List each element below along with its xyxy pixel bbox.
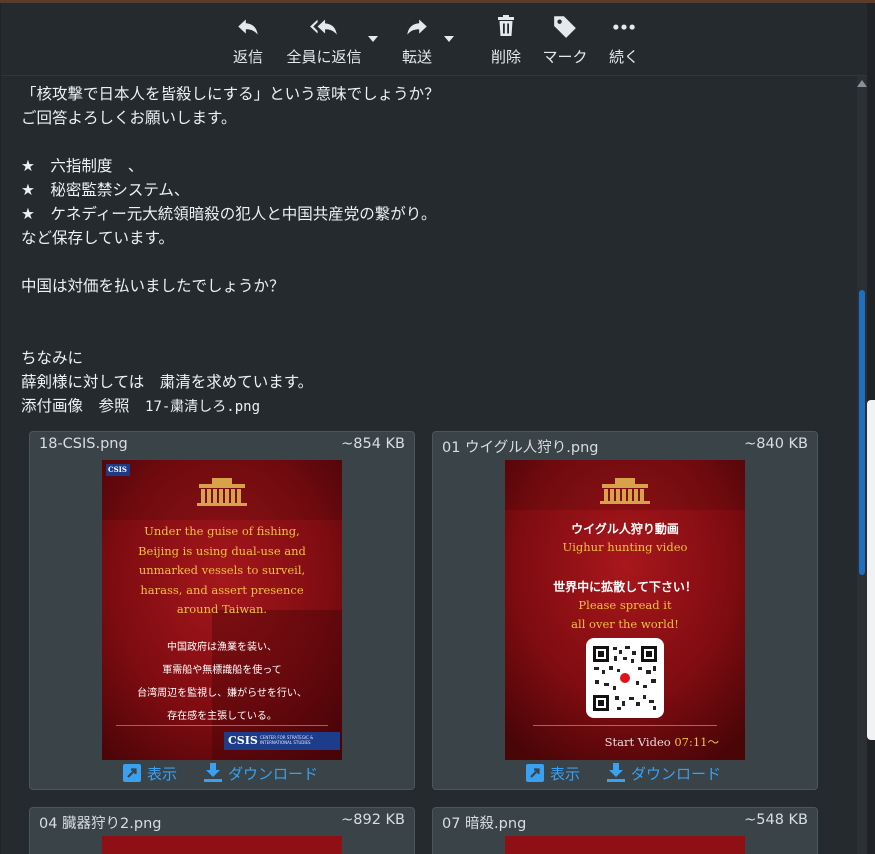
attachment-thumbnail[interactable]: ウイグル人狩り動画 Uighur hunting video 世界中に拡散して下… xyxy=(505,460,745,760)
attachment-filename: 04 臓器狩り2.png xyxy=(39,816,162,832)
attachment-card: 04 臓器狩り2.png ~892 KB xyxy=(29,807,415,854)
message-line: 「核攻撃で日本人を皆殺しにする」という意味でしょうか？ xyxy=(21,85,440,103)
csis-badge-text: CSIS xyxy=(108,465,127,474)
download-label: ダウンロード xyxy=(228,765,319,783)
download-link[interactable]: ダウンロード xyxy=(607,763,721,784)
attachment-size: ~548 KB xyxy=(744,812,808,828)
attachment-thumbnail[interactable] xyxy=(102,836,342,854)
attachment-card: 01 ウイグル人狩り.png ~840 KB ウイグル人狩り動画 Uighur … xyxy=(432,431,818,790)
qr-code-icon xyxy=(586,638,664,718)
delete-button[interactable]: 削除 xyxy=(485,13,527,67)
caption-line: 軍需船や無標識船を使って xyxy=(162,665,282,676)
thumbnail-start-video: Start Video 07:11～ xyxy=(505,734,745,750)
attachment-thumbnail[interactable]: CSIS Under the guise of fishing, Beijing… xyxy=(102,460,342,760)
reply-button[interactable]: 返信 xyxy=(227,13,269,67)
message-line xyxy=(21,322,440,346)
message-line xyxy=(21,250,440,274)
caption-line: unmarked vessels to surveil, xyxy=(138,563,306,577)
message-line: ★ 秘密監禁システム、 xyxy=(21,181,190,199)
attachment-reference-filename: 17-粛清しろ.png xyxy=(145,399,261,415)
csis-footer-tagline: CENTER FOR STRATEGIC & INTERNATIONAL STU… xyxy=(260,735,314,745)
reply-all-label: 全員に返信 xyxy=(286,48,362,66)
scrollbar-thumb[interactable] xyxy=(859,290,865,575)
message-line: ご回答よろしくお願いします。 xyxy=(21,109,237,127)
csis-footer-logo-text: CSIS xyxy=(228,734,258,747)
thumbnail-call-en-2: all over the world! xyxy=(571,617,679,631)
thumbnail-title-ja: ウイグル人狩り動画 xyxy=(571,522,679,536)
message-toolbar: 返信 全員に返信 転送 削除 マーク 続く xyxy=(1,3,867,76)
delete-label: 削除 xyxy=(490,48,521,66)
message-line: 中国は対価を払いましたでしょうか？ xyxy=(21,277,285,295)
attachment-actions: 表示 ダウンロード xyxy=(30,763,414,787)
thumbnail-call-ja: 世界中に拡散して下さい！ xyxy=(553,580,697,594)
start-video-time: 07:11～ xyxy=(674,735,719,749)
view-label: 表示 xyxy=(147,765,178,783)
message-body: 「核攻撃で日本人を皆殺しにする」という意味でしょうか？ ご回答よろしくお願いしま… xyxy=(1,76,857,854)
caption-line: 中国政府は漁業を装い、 xyxy=(167,642,277,653)
caption-line: Under the guise of fishing, xyxy=(144,524,300,538)
more-dots-icon xyxy=(603,13,645,43)
attachment-filename: 01 ウイグル人狩り.png xyxy=(442,440,599,456)
message-line: ★ ケネディー元大統領暗殺の犯人と中国共産党の繋がり。 xyxy=(21,205,437,223)
message-line: ちなみに xyxy=(21,349,84,367)
thumbnail-divider xyxy=(116,725,328,726)
message-line: など保存しています。 xyxy=(21,229,174,247)
caption-line: harass, and assert presence xyxy=(140,582,304,597)
forward-dropdown-icon[interactable] xyxy=(444,36,454,42)
view-label: 表示 xyxy=(550,765,581,783)
attachment-actions: 表示 ダウンロード xyxy=(433,763,817,787)
forward-button[interactable]: 転送 xyxy=(396,13,438,67)
caption-line: Beijing is using dual-use and xyxy=(138,543,306,558)
reply-label: 返信 xyxy=(232,48,263,66)
csis-footer-logo: CSIS CENTER FOR STRATEGIC & INTERNATIONA… xyxy=(224,732,340,750)
forward-icon xyxy=(396,13,438,43)
attachment-size: ~840 KB xyxy=(744,436,808,452)
attachment-card: 07 暗殺.png ~548 KB xyxy=(432,807,818,854)
download-link[interactable]: ダウンロード xyxy=(204,763,318,784)
reply-all-button[interactable]: 全員に返信 xyxy=(282,13,366,67)
thumbnail-japanese-caption: 中国政府は漁業を装い、 軍需船や無標識船を使って 台湾周辺を監視し、嫌がらせを行… xyxy=(102,636,342,728)
mark-label: マーク xyxy=(542,48,588,66)
trash-icon xyxy=(485,13,527,43)
reply-icon xyxy=(227,13,269,43)
scroll-up-icon[interactable] xyxy=(857,80,867,87)
mark-button[interactable]: マーク xyxy=(539,13,591,67)
message-line: ★ 六指制度 、 xyxy=(21,157,144,175)
message-line xyxy=(21,130,440,154)
thumbnail-call-en-1: Please spread it xyxy=(578,598,672,612)
attachment-card: 18-CSIS.png ~854 KB CSIS Under the guise… xyxy=(29,431,415,790)
tag-icon xyxy=(539,13,591,43)
message-text: 「核攻撃で日本人を皆殺しにする」という意味でしょうか？ ご回答よろしくお願いしま… xyxy=(21,82,440,418)
thumbnail-title-en: Uighur hunting video xyxy=(562,540,688,554)
attachment-size: ~854 KB xyxy=(341,436,405,452)
download-icon xyxy=(204,763,222,782)
download-icon xyxy=(607,763,625,782)
caption-line: around Taiwan. xyxy=(176,602,268,616)
background-window-edge xyxy=(867,400,875,740)
reply-all-dropdown-icon[interactable] xyxy=(368,36,378,42)
message-line: 薛剣様に対しては 粛清を求めています。 xyxy=(21,373,314,391)
open-external-icon xyxy=(123,764,141,782)
open-external-icon xyxy=(526,764,544,782)
attachment-reference-label: 添付画像 参照 xyxy=(21,397,146,415)
start-video-label: Start Video xyxy=(604,735,675,749)
forward-label: 転送 xyxy=(401,48,432,66)
reply-all-icon xyxy=(282,13,366,43)
view-link[interactable]: 表示 xyxy=(123,763,177,784)
message-line xyxy=(21,298,440,322)
attachment-filename: 18-CSIS.png xyxy=(39,436,128,452)
thumbnail-english-caption: Under the guise of fishing, Beijing is u… xyxy=(102,522,342,620)
view-link[interactable]: 表示 xyxy=(526,763,580,784)
message-line-last: 添付画像 参照 17-粛清しろ.png xyxy=(21,394,440,418)
download-label: ダウンロード xyxy=(631,765,722,783)
attachment-size: ~892 KB xyxy=(341,812,405,828)
more-label: 続く xyxy=(608,48,639,66)
attachment-filename: 07 暗殺.png xyxy=(442,816,527,832)
more-button[interactable]: 続く xyxy=(603,13,645,67)
caption-line: 台湾周辺を監視し、嫌がらせを行い、 xyxy=(137,688,307,699)
attachment-thumbnail[interactable] xyxy=(505,836,745,854)
